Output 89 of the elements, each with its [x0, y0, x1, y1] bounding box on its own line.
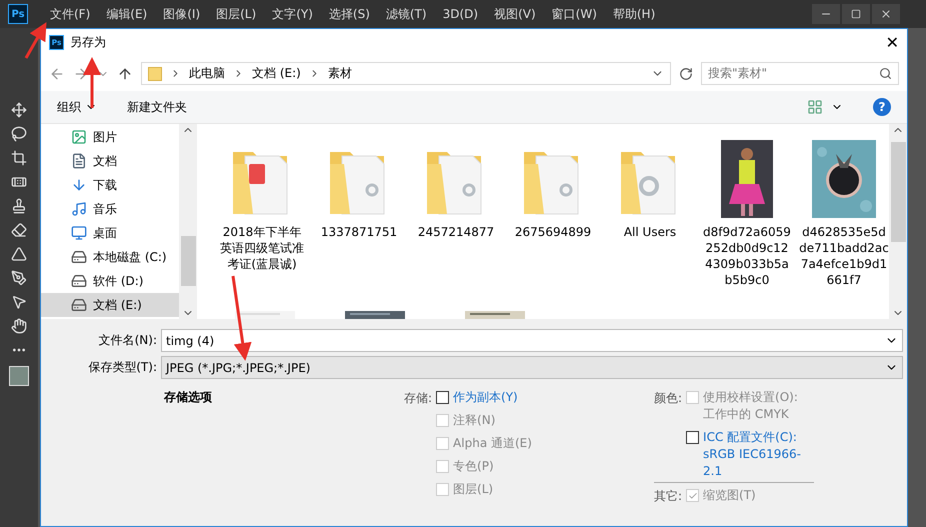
- menu-item[interactable]: 图像(I): [155, 6, 208, 22]
- checkbox-label: 专色(P): [453, 458, 494, 475]
- field-label: 存储:: [404, 390, 432, 407]
- close-icon: [880, 8, 892, 20]
- checkbox-label: 缩览图(T): [703, 487, 756, 504]
- hand-icon[interactable]: [11, 318, 27, 334]
- menu-item[interactable]: 3D(D): [434, 7, 486, 21]
- breadcrumb-item[interactable]: 文档 (E:): [252, 65, 301, 82]
- menu-item[interactable]: 文字(Y): [264, 6, 321, 22]
- dialog-title: 另存为: [70, 34, 107, 51]
- file-name[interactable]: d8f9d72a6059252db0d9c124309b033b5ab5b9c0: [702, 224, 792, 288]
- stamp-icon[interactable]: [11, 198, 27, 214]
- color-swatch[interactable]: [9, 366, 29, 386]
- scroll-thumb[interactable]: [890, 142, 906, 242]
- close-button[interactable]: ✕: [886, 33, 899, 52]
- file-name[interactable]: 2018年下半年英语四级笔试准考证(蓝晨诚): [217, 224, 307, 272]
- checkbox-label: Alpha 通道(E): [453, 435, 532, 452]
- up-icon[interactable]: [117, 66, 133, 82]
- eraser-icon[interactable]: [11, 222, 27, 238]
- breadcrumb-item[interactable]: 此电脑: [189, 65, 225, 82]
- music-icon: [71, 201, 87, 217]
- nav-item[interactable]: 下载: [41, 173, 179, 197]
- new-folder-button[interactable]: 新建文件夹: [127, 98, 187, 116]
- scrollbar[interactable]: [179, 124, 197, 319]
- maximize-icon: [851, 9, 861, 19]
- menu-item[interactable]: 选择(S): [320, 6, 378, 22]
- file-name[interactable]: All Users: [605, 224, 695, 240]
- checkbox-label: 使用校样设置(O): 工作中的 CMYK: [703, 389, 799, 423]
- checkbox[interactable]: [436, 391, 450, 404]
- file-name[interactable]: d4628535e5dde711badd2ac7a4efce1b9d1661f7: [799, 224, 889, 288]
- checkbox-label: 注释(N): [453, 412, 496, 429]
- menu-item[interactable]: 滤镜(T): [378, 6, 435, 22]
- nav-item[interactable]: 软件 (D:): [41, 269, 179, 293]
- pen-icon[interactable]: [11, 270, 27, 286]
- search-field[interactable]: 搜索"素材": [701, 62, 899, 85]
- drive-icon: [71, 297, 87, 313]
- menu-item[interactable]: 图层(L): [208, 6, 264, 22]
- drive-icon: [71, 249, 87, 265]
- menu-item[interactable]: 帮助(H): [604, 6, 664, 22]
- file-name[interactable]: 1337871751: [314, 224, 404, 240]
- nav-item[interactable]: 图片: [41, 125, 179, 149]
- menu-item[interactable]: 视图(V): [486, 6, 544, 22]
- menu-item[interactable]: 编辑(E): [98, 6, 156, 22]
- file-name[interactable]: 2457214877: [411, 224, 501, 240]
- picture-icon: [71, 129, 87, 145]
- breadcrumb-item[interactable]: 素材: [328, 65, 352, 82]
- menu-item[interactable]: 窗口(W): [544, 6, 605, 22]
- triangle-icon[interactable]: [11, 246, 27, 262]
- field-label: 文件名(N):: [98, 332, 158, 349]
- move-icon[interactable]: [11, 102, 27, 118]
- filename-field[interactable]: timg (4): [161, 329, 903, 352]
- pointer-icon[interactable]: [11, 294, 27, 310]
- maximize-button[interactable]: [842, 4, 870, 24]
- address-bar[interactable]: 此电脑 文档 (E:) 素材: [141, 62, 671, 85]
- scroll-thumb[interactable]: [180, 236, 196, 286]
- organize-button[interactable]: 组织: [57, 98, 97, 116]
- folder-icon: [148, 66, 162, 80]
- checkbox-label: 作为副本(Y): [453, 389, 518, 406]
- search-icon[interactable]: [879, 67, 892, 80]
- annotation-arrow: [24, 22, 46, 59]
- crop-icon[interactable]: [11, 150, 27, 166]
- app-logo: Ps: [8, 4, 28, 24]
- back-icon[interactable]: [49, 66, 65, 82]
- nav-item[interactable]: 本地磁盘 (C:): [41, 245, 179, 269]
- close-button[interactable]: [872, 4, 900, 24]
- lasso-icon[interactable]: [11, 126, 27, 142]
- checkbox-label: 图层(L): [453, 481, 494, 498]
- download-icon: [71, 177, 87, 193]
- menu-item[interactable]: 文件(F): [42, 6, 98, 22]
- field-label: 颜色:: [654, 390, 682, 407]
- nav-item[interactable]: 文档: [41, 149, 179, 173]
- file-name[interactable]: 2675694899: [508, 224, 598, 240]
- refresh-icon[interactable]: [679, 66, 693, 80]
- annotation-arrow: [83, 57, 101, 108]
- scrollbar[interactable]: [889, 124, 907, 319]
- help-button[interactable]: ?: [873, 98, 891, 116]
- filetype-dropdown[interactable]: JPEG (*.JPG;*.JPEG;*.JPE): [161, 356, 903, 379]
- check-icon: [688, 490, 698, 500]
- section-title: 存储选项: [164, 389, 212, 406]
- field-label: 其它:: [654, 488, 682, 505]
- nav-item[interactable]: 音乐: [41, 197, 179, 221]
- nav-item[interactable]: 桌面: [41, 221, 179, 245]
- checkbox[interactable]: [686, 431, 700, 444]
- field-label: 保存类型(T):: [87, 359, 158, 376]
- drive-icon: [71, 273, 87, 289]
- nav-item[interactable]: 文档 (E:): [41, 293, 179, 317]
- monitor-icon: [71, 225, 87, 241]
- document-icon: [71, 153, 87, 169]
- checkbox-label: ICC 配置文件(C): sRGB IEC61966-2.1: [703, 429, 802, 480]
